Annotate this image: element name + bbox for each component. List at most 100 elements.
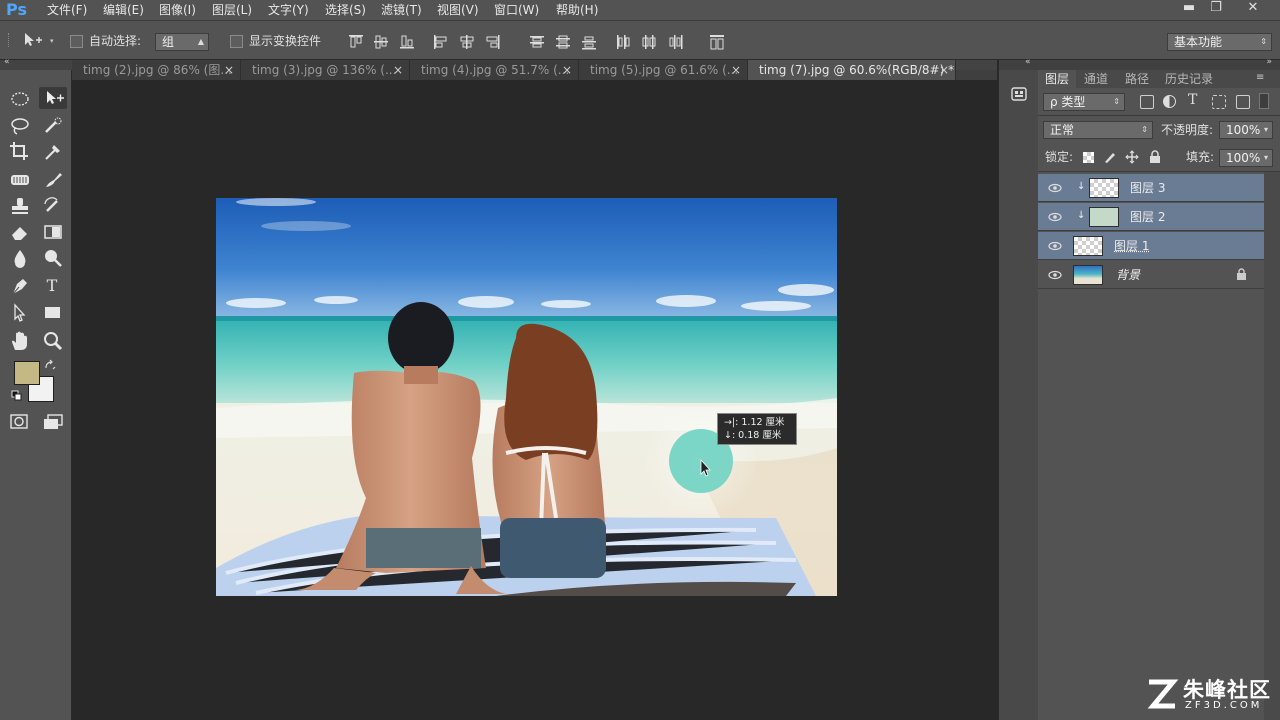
tab-paths[interactable]: 路径: [1125, 70, 1149, 88]
tab-history[interactable]: 历史记录: [1165, 70, 1213, 88]
tab-layers[interactable]: 图层: [1038, 70, 1076, 88]
distribute-bottom-icon[interactable]: [581, 34, 597, 50]
measure-vertical: ↓: 0.18 厘米: [724, 430, 782, 441]
toolbox-header[interactable]: «: [0, 57, 72, 70]
distribute-left-icon[interactable]: [615, 34, 631, 50]
zoom-icon[interactable]: [42, 331, 64, 351]
measurement-tooltip: →|: 1.12 厘米 ↓: 0.18 厘米: [717, 413, 797, 445]
swap-colors-icon[interactable]: [44, 359, 56, 371]
opacity-field[interactable]: 100% ▾: [1219, 121, 1273, 139]
align-bottom-icon[interactable]: [399, 34, 415, 50]
distribute-right-icon[interactable]: [667, 34, 683, 50]
rectangle-shape-icon[interactable]: [42, 303, 64, 323]
elliptical-marquee-icon[interactable]: [9, 89, 31, 109]
expand-icon[interactable]: «: [1025, 57, 1031, 67]
align-hcenter-icon[interactable]: [459, 34, 475, 50]
brush-icon[interactable]: [42, 170, 64, 190]
options-bar: ▾ 自动选择: 组 ▲ 显示变换控件 基本功能 ⇕: [0, 20, 1280, 60]
filter-type-icon[interactable]: T: [1188, 92, 1197, 108]
lasso-icon[interactable]: [9, 116, 31, 136]
clone-stamp-icon[interactable]: [9, 196, 31, 216]
chevron-updown-icon: ▲: [197, 37, 204, 46]
show-transform-checkbox[interactable]: [230, 35, 243, 48]
restore-button[interactable]: ❐: [1203, 0, 1229, 18]
document-canvas[interactable]: [216, 198, 837, 596]
quick-mask-icon[interactable]: [9, 413, 29, 431]
align-right-icon[interactable]: [485, 34, 501, 50]
type-tool-icon[interactable]: T: [41, 275, 63, 297]
menu-view[interactable]: 视图(V): [437, 0, 479, 20]
collapse-panel-icon[interactable]: »: [1266, 57, 1272, 67]
path-selection-icon[interactable]: [9, 303, 31, 323]
eye-icon[interactable]: [1048, 270, 1062, 280]
menu-image[interactable]: 图像(I): [159, 0, 196, 20]
align-vcenter-icon[interactable]: [373, 34, 389, 50]
screen-mode-icon[interactable]: [42, 413, 66, 431]
auto-select-checkbox[interactable]: [70, 35, 83, 48]
blur-icon[interactable]: [9, 248, 31, 268]
quick-selection-icon[interactable]: [42, 116, 64, 136]
gradient-icon[interactable]: [42, 222, 64, 242]
layer-name[interactable]: 图层 2: [1130, 203, 1165, 231]
dodge-icon[interactable]: [42, 248, 64, 268]
menu-layer[interactable]: 图层(L): [212, 0, 252, 20]
filter-smart-object-icon[interactable]: [1236, 95, 1250, 109]
distribute-hcenter-icon[interactable]: [641, 34, 657, 50]
distribute-top-icon[interactable]: [529, 34, 545, 50]
collapse-icon[interactable]: «: [4, 57, 10, 67]
history-brush-icon[interactable]: [42, 196, 64, 216]
layer-row-1[interactable]: [1038, 232, 1264, 260]
eyedropper-icon[interactable]: [42, 141, 64, 161]
layer-name[interactable]: 背景: [1116, 261, 1140, 289]
panel-header-strip[interactable]: »: [1038, 57, 1280, 70]
filter-adjustment-icon[interactable]: [1163, 95, 1176, 108]
healing-brush-icon[interactable]: [9, 170, 31, 190]
lock-all-icon[interactable]: [1148, 150, 1162, 164]
align-left-icon[interactable]: [433, 34, 449, 50]
eye-icon[interactable]: [1048, 241, 1062, 251]
fill-field[interactable]: 100% ▾: [1219, 149, 1273, 167]
crop-icon[interactable]: [9, 141, 31, 161]
layers-scrollbar[interactable]: [1264, 172, 1280, 720]
menu-edit[interactable]: 编辑(E): [103, 0, 144, 20]
minimize-button[interactable]: ▬: [1176, 0, 1202, 18]
tool-preset-arrow-icon[interactable]: ▾: [50, 37, 54, 45]
filter-pixel-icon[interactable]: [1140, 95, 1154, 109]
layer-name[interactable]: 图层 3: [1130, 174, 1165, 202]
close-button[interactable]: ✕: [1236, 0, 1270, 18]
layer-name[interactable]: 图层 1: [1114, 232, 1149, 260]
align-top-icon[interactable]: [348, 34, 364, 50]
layer-row-background[interactable]: [1038, 261, 1264, 289]
workspace-dropdown[interactable]: 基本功能 ⇕: [1167, 33, 1272, 51]
dock-header[interactable]: «: [999, 57, 1039, 70]
filter-kind-dropdown[interactable]: ρ 类型 ⇕: [1043, 93, 1125, 111]
distribute-vcenter-icon[interactable]: [555, 34, 571, 50]
eraser-icon[interactable]: [9, 222, 31, 242]
hand-icon[interactable]: [9, 330, 31, 352]
lock-pixels-icon[interactable]: [1103, 150, 1117, 164]
pen-icon[interactable]: [9, 276, 31, 296]
filter-shape-icon[interactable]: [1212, 95, 1226, 109]
libraries-icon[interactable]: [1009, 84, 1029, 104]
panel-menu-icon[interactable]: ≡: [1256, 72, 1264, 83]
menu-bar: Ps 文件(F) 编辑(E) 图像(I) 图层(L) 文字(Y) 选择(S) 滤…: [0, 0, 1280, 20]
auto-align-icon[interactable]: [709, 34, 725, 50]
menu-help[interactable]: 帮助(H): [556, 0, 598, 20]
default-colors-icon[interactable]: [11, 390, 23, 402]
filter-toggle-icon[interactable]: [1259, 93, 1269, 109]
menu-window[interactable]: 窗口(W): [494, 0, 539, 20]
eye-icon[interactable]: [1048, 183, 1062, 193]
eye-icon[interactable]: [1048, 212, 1062, 222]
menu-filter[interactable]: 滤镜(T): [381, 0, 422, 20]
lock-position-icon[interactable]: [1125, 150, 1139, 164]
tab-channels[interactable]: 通道: [1084, 70, 1108, 88]
move-tool-button[interactable]: [39, 87, 67, 109]
chevron-down-icon: ▾: [1263, 153, 1268, 162]
move-tool-icon[interactable]: [22, 31, 44, 49]
menu-type[interactable]: 文字(Y): [268, 0, 309, 20]
blend-mode-dropdown[interactable]: 正常 ⇕: [1043, 121, 1153, 139]
menu-file[interactable]: 文件(F): [47, 0, 87, 20]
menu-select[interactable]: 选择(S): [325, 0, 366, 20]
lock-transparent-icon[interactable]: [1083, 152, 1094, 163]
auto-select-dropdown[interactable]: 组 ▲: [155, 33, 209, 51]
